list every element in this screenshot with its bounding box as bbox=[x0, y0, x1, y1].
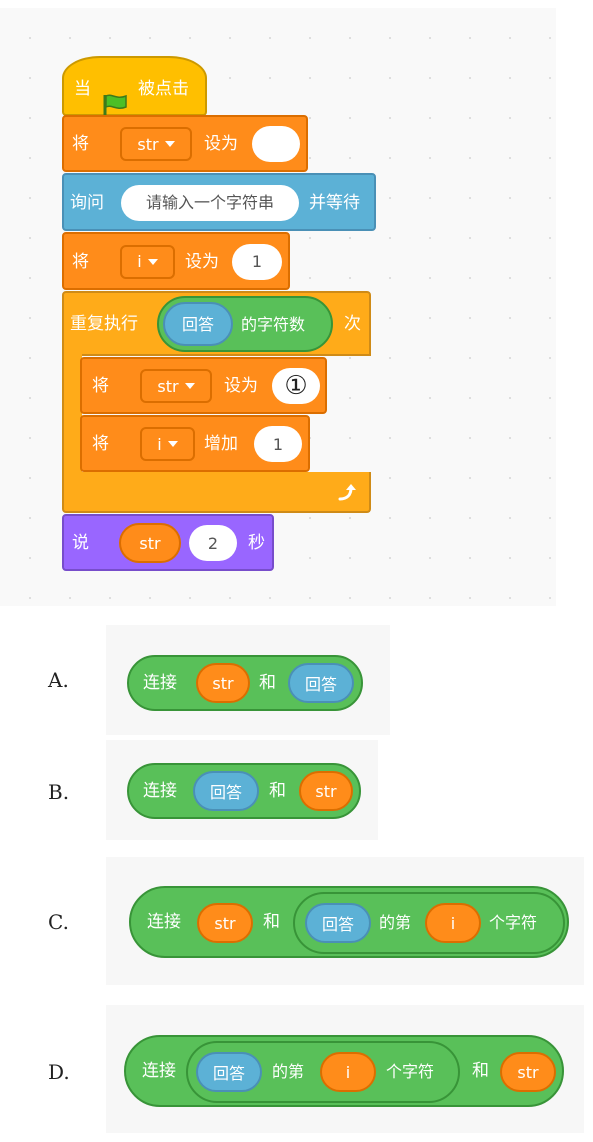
set-op: 设为 bbox=[224, 376, 258, 396]
change-verb: 将 bbox=[92, 434, 109, 454]
letter-of-label: 的第 bbox=[379, 913, 412, 932]
letter-of-label: 的第 bbox=[272, 1062, 305, 1081]
say-for-secs-block[interactable]: 说 str 2 秒 bbox=[62, 514, 274, 571]
and-label: 和 bbox=[263, 912, 280, 932]
variable-dropdown-str[interactable]: str bbox=[140, 369, 212, 403]
str-reporter[interactable]: str bbox=[197, 903, 253, 943]
hat-suffix: 被点击 bbox=[138, 79, 189, 99]
dropdown-arrow-icon bbox=[164, 141, 175, 147]
answer-reporter[interactable]: 回答 bbox=[163, 302, 233, 346]
char-label: 个字符 bbox=[489, 913, 538, 932]
answer-reporter[interactable]: 回答 bbox=[305, 903, 371, 943]
change-op: 增加 bbox=[204, 434, 238, 454]
set-i-value-input[interactable]: 1 bbox=[232, 244, 282, 280]
variable-dropdown-str[interactable]: str bbox=[120, 127, 192, 161]
join-label: 连接 bbox=[143, 673, 177, 693]
option-b-letter: B. bbox=[48, 780, 70, 804]
blank-1-input[interactable]: ① bbox=[272, 368, 320, 404]
dropdown-label: i bbox=[137, 252, 142, 271]
length-of-label: 的字符数 bbox=[241, 314, 306, 334]
join-label: 连接 bbox=[147, 912, 181, 932]
ask-and-wait-block[interactable]: 询问 请输入一个字符串 并等待 bbox=[62, 173, 376, 231]
answer-reporter[interactable]: 回答 bbox=[288, 663, 354, 703]
when-flag-clicked-block[interactable]: 当 被点击 bbox=[62, 56, 207, 116]
option-a-letter: A. bbox=[48, 668, 69, 692]
repeat-footer bbox=[62, 472, 371, 513]
variable-dropdown-i[interactable]: i bbox=[140, 427, 195, 461]
answer-reporter[interactable]: 回答 bbox=[196, 1052, 262, 1092]
option-b-join-block[interactable]: 连接 回答 和 str bbox=[127, 763, 361, 819]
and-label: 和 bbox=[269, 781, 286, 801]
str-reporter[interactable]: str bbox=[299, 771, 353, 811]
repeat-suffix: 次 bbox=[344, 314, 361, 334]
str-reporter[interactable]: str bbox=[196, 663, 250, 703]
option-a-join-block[interactable]: 连接 str 和 回答 bbox=[127, 655, 363, 711]
option-d-join-block[interactable]: 连接 回答 的第 i 个字符 和 str bbox=[124, 1035, 564, 1107]
repeat-arm bbox=[62, 354, 82, 474]
say-verb: 说 bbox=[72, 533, 89, 553]
repeat-verb: 重复执行 bbox=[70, 314, 138, 334]
dropdown-arrow-icon bbox=[184, 383, 195, 389]
join-label: 连接 bbox=[143, 781, 177, 801]
loop-arrow-icon bbox=[337, 482, 359, 507]
set-verb: 将 bbox=[72, 134, 89, 154]
option-c-join-block[interactable]: 连接 str 和 回答 的第 i 个字符 bbox=[129, 886, 569, 958]
set-str-value-input[interactable] bbox=[252, 126, 300, 162]
change-i-block[interactable]: 将 i 增加 1 bbox=[80, 415, 310, 472]
set-verb: 将 bbox=[72, 252, 89, 272]
dropdown-label: str bbox=[157, 376, 179, 396]
and-label: 和 bbox=[259, 673, 276, 693]
str-reporter[interactable]: str bbox=[119, 523, 181, 563]
set-op: 设为 bbox=[185, 252, 219, 272]
say-secs-input[interactable]: 2 bbox=[189, 525, 237, 561]
i-reporter[interactable]: i bbox=[425, 903, 481, 943]
change-value-input[interactable]: 1 bbox=[254, 426, 302, 462]
i-reporter[interactable]: i bbox=[320, 1052, 376, 1092]
say-unit: 秒 bbox=[248, 533, 265, 553]
str-reporter[interactable]: str bbox=[500, 1052, 556, 1092]
dropdown-arrow-icon bbox=[147, 259, 158, 265]
set-i-block[interactable]: 将 i 设为 1 bbox=[62, 232, 290, 290]
set-str-block[interactable]: 将 str 设为 bbox=[62, 115, 308, 172]
set-verb: 将 bbox=[92, 376, 109, 396]
ask-suffix: 并等待 bbox=[309, 193, 360, 213]
ask-verb: 询问 bbox=[70, 193, 104, 213]
letter-of-reporter[interactable]: 回答 的第 i 个字符 bbox=[186, 1041, 460, 1103]
length-of-reporter[interactable]: 回答 的字符数 bbox=[157, 296, 333, 352]
set-op: 设为 bbox=[204, 134, 238, 154]
repeat-header: 重复执行 回答 的字符数 次 bbox=[62, 291, 371, 356]
dropdown-label: i bbox=[157, 434, 162, 454]
ask-prompt-input[interactable]: 请输入一个字符串 bbox=[121, 185, 299, 221]
inner-set-str-block[interactable]: 将 str 设为 ① bbox=[80, 357, 327, 414]
dropdown-label: str bbox=[137, 134, 159, 154]
variable-dropdown-i[interactable]: i bbox=[120, 245, 175, 279]
option-c-letter: C. bbox=[48, 910, 69, 934]
answer-reporter[interactable]: 回答 bbox=[193, 771, 259, 811]
letter-of-reporter[interactable]: 回答 的第 i 个字符 bbox=[293, 892, 565, 954]
char-label: 个字符 bbox=[386, 1062, 435, 1081]
option-d-letter: D. bbox=[48, 1060, 70, 1084]
hat-prefix: 当 bbox=[74, 79, 91, 99]
and-label: 和 bbox=[472, 1061, 489, 1081]
dropdown-arrow-icon bbox=[167, 441, 178, 447]
join-label: 连接 bbox=[142, 1061, 176, 1081]
